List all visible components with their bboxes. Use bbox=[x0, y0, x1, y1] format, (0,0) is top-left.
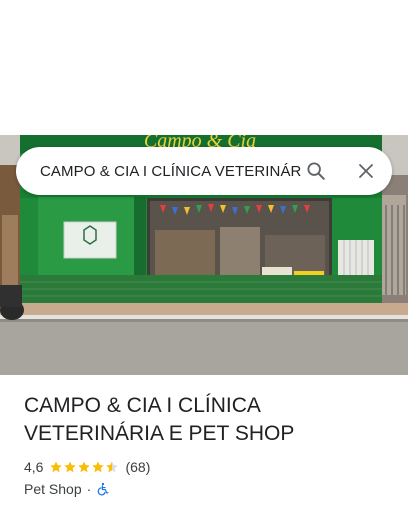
star-full-icon bbox=[78, 461, 91, 473]
category-row: Pet Shop · bbox=[24, 480, 384, 498]
close-button[interactable] bbox=[350, 155, 382, 187]
place-info: CAMPO & CIA I CLÍNICA VETERINÁRIA E PET … bbox=[24, 392, 384, 498]
search-input[interactable] bbox=[40, 147, 302, 195]
star-full-icon bbox=[92, 461, 105, 473]
place-title: CAMPO & CIA I CLÍNICA VETERINÁRIA E PET … bbox=[24, 394, 295, 445]
review-count[interactable]: (68) bbox=[125, 459, 150, 475]
wheelchair-accessible-icon bbox=[97, 482, 109, 496]
rating-row[interactable]: 4,6 (68) bbox=[24, 458, 384, 476]
star-full-icon bbox=[64, 461, 77, 473]
place-category[interactable]: Pet Shop bbox=[24, 481, 82, 497]
rating-value: 4,6 bbox=[24, 459, 44, 475]
separator-dot: · bbox=[86, 481, 92, 497]
place-card-page: Campo & Cia CAMPO & CIA I CLÍNICA VETERI… bbox=[0, 0, 408, 510]
close-icon bbox=[359, 164, 373, 178]
star-rating bbox=[49, 460, 119, 474]
star-half-icon bbox=[106, 461, 119, 473]
search-icon bbox=[307, 162, 325, 180]
search-button[interactable] bbox=[300, 155, 332, 187]
search-bar bbox=[16, 147, 392, 195]
star-full-icon bbox=[50, 461, 63, 473]
